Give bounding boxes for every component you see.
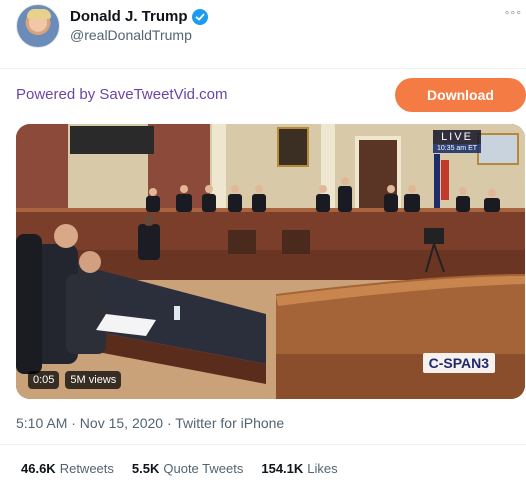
powered-by-link[interactable]: Powered by SaveTweetVid.com — [16, 86, 228, 103]
likes-label: Likes — [307, 461, 338, 476]
likes-stat[interactable]: 154.1K Likes — [261, 461, 337, 476]
verified-badge-icon — [191, 8, 208, 25]
engagement-stats: 46.6K Retweets 5.5K Quote Tweets 154.1K Lik… — [21, 461, 338, 476]
tweet-timestamp[interactable]: 5:10 AM · Nov 15, 2020 · Twitter for iPh… — [16, 415, 284, 431]
user-handle[interactable]: @realDonaldTrump — [70, 27, 192, 43]
stats-divider — [0, 444, 526, 445]
header-divider — [0, 68, 526, 69]
live-time: 10:35 am ET — [433, 144, 481, 153]
retweets-stat[interactable]: 46.6K Retweets — [21, 461, 114, 476]
live-label: LIVE — [433, 130, 481, 144]
retweets-count: 46.6K — [21, 461, 56, 476]
retweets-label: Retweets — [59, 461, 114, 476]
video-meta: 0:05 5M views — [28, 371, 122, 389]
likes-count: 154.1K — [261, 461, 304, 476]
quote-tweets-stat[interactable]: 5.5K Quote Tweets — [132, 461, 243, 476]
video-views: 5M views — [65, 371, 122, 389]
tweet-header: Donald J. Trump @realDonaldTrump °°° — [16, 4, 526, 48]
live-badge: LIVE 10:35 am ET — [433, 130, 481, 153]
video-player[interactable]: LIVE 10:35 am ET C-SPAN3 0:05 5M views — [16, 124, 525, 399]
author-name-row: Donald J. Trump — [70, 8, 208, 25]
more-options-icon[interactable]: °°° — [505, 8, 522, 22]
quote-tweets-count: 5.5K — [131, 461, 160, 476]
avatar[interactable] — [16, 4, 60, 48]
network-logo: C-SPAN3 — [422, 353, 495, 373]
video-duration: 0:05 — [28, 371, 60, 389]
download-button[interactable]: Download — [395, 78, 526, 112]
display-name[interactable]: Donald J. Trump — [70, 8, 188, 25]
quote-tweets-label: Quote Tweets — [163, 461, 244, 476]
